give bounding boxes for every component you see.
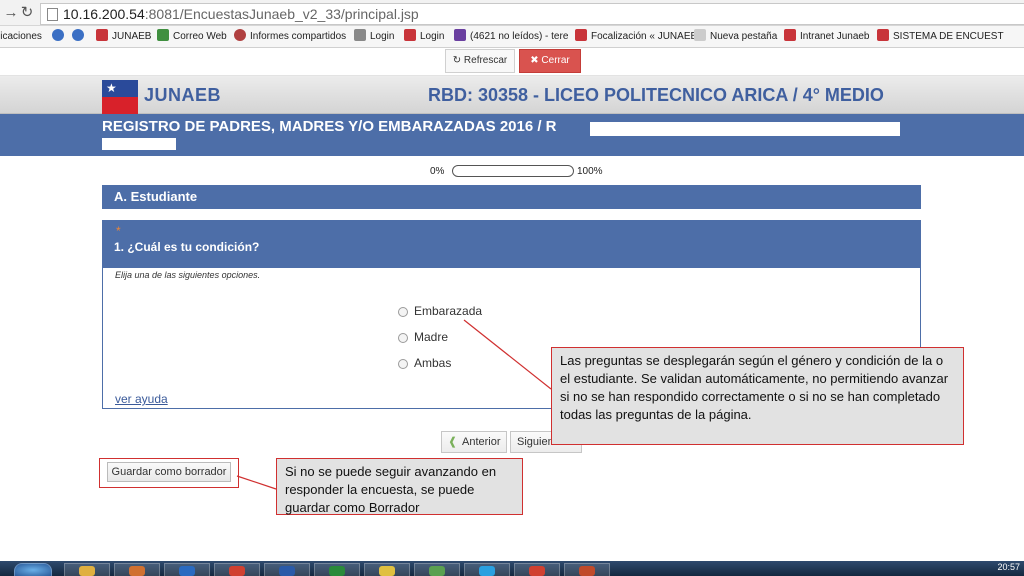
junaeb-flag-icon bbox=[404, 29, 416, 41]
registry-title: REGISTRO DE PADRES, MADRES Y/O EMBARAZAD… bbox=[102, 118, 557, 135]
junaeb-flag-icon bbox=[877, 29, 889, 41]
section-header: A. Estudiante bbox=[102, 185, 921, 209]
progress-bar bbox=[452, 165, 574, 177]
connector-line bbox=[236, 475, 277, 490]
section-title: A. Estudiante bbox=[114, 189, 198, 204]
junaeb-logo: ★ bbox=[102, 80, 138, 114]
option-label: Embarazada bbox=[414, 304, 483, 318]
images-icon bbox=[429, 566, 445, 576]
media-icon bbox=[129, 566, 145, 576]
question-header: * 1. ¿Cuál es tu condición? bbox=[102, 220, 921, 268]
word-icon bbox=[279, 566, 295, 576]
page-icon bbox=[47, 8, 58, 21]
junaeb-flag-icon bbox=[784, 29, 796, 41]
taskbar-app[interactable] bbox=[164, 563, 210, 576]
chrome-icon bbox=[229, 566, 245, 576]
radio-button[interactable] bbox=[398, 307, 408, 317]
circle-icon bbox=[52, 29, 64, 41]
taskbar-app[interactable] bbox=[364, 563, 410, 576]
taskbar-app[interactable] bbox=[264, 563, 310, 576]
bookmark-item[interactable] bbox=[72, 29, 88, 45]
bookmarks-bar: licaciones JUNAEB Correo Web Informes co… bbox=[0, 26, 1024, 48]
bookmark-item[interactable]: Nueva pestaña bbox=[694, 29, 777, 45]
redaction-block bbox=[102, 138, 176, 150]
taskbar-app[interactable] bbox=[514, 563, 560, 576]
grid-icon bbox=[157, 29, 169, 41]
page-icon bbox=[694, 29, 706, 41]
taskbar-app[interactable] bbox=[564, 563, 610, 576]
url-text: 10.16.200.54:8081/EncuestasJunaeb_v2_33/… bbox=[63, 6, 419, 22]
taskbar-app[interactable] bbox=[414, 563, 460, 576]
system-clock: 20:57 bbox=[997, 562, 1020, 572]
registry-banner: REGISTRO DE PADRES, MADRES Y/O EMBARAZAD… bbox=[0, 114, 1024, 156]
bookmark-item[interactable]: JUNAEB bbox=[96, 29, 151, 45]
powerpoint-icon bbox=[579, 566, 595, 576]
bookmark-item[interactable]: Login bbox=[354, 29, 394, 45]
help-link[interactable]: ver ayuda bbox=[115, 392, 168, 406]
address-bar[interactable]: 10.16.200.54:8081/EncuestasJunaeb_v2_33/… bbox=[40, 3, 1024, 25]
bookmark-item[interactable]: Login bbox=[404, 29, 444, 45]
save-draft-button[interactable]: Guardar como borrador bbox=[107, 462, 231, 482]
page-icon bbox=[354, 29, 366, 41]
brand-name: JUNAEB bbox=[144, 85, 222, 105]
taskbar-app[interactable] bbox=[64, 563, 110, 576]
draft-callout: Si no se puede seguir avanzando en respo… bbox=[276, 458, 523, 515]
junaeb-flag-icon bbox=[575, 29, 587, 41]
questions-callout: Las preguntas se desplegarán según el gé… bbox=[551, 347, 964, 445]
taskbar-app[interactable] bbox=[214, 563, 260, 576]
taskbar: 20:57 bbox=[0, 561, 1024, 576]
taskbar-app[interactable] bbox=[114, 563, 160, 576]
notes-icon bbox=[379, 566, 395, 576]
bookmark-item[interactable]: licaciones bbox=[0, 29, 42, 45]
question-title: 1. ¿Cuál es tu condición? bbox=[114, 240, 260, 254]
folder-icon bbox=[79, 566, 95, 576]
bookmark-item[interactable]: (4621 no leídos) - tere bbox=[454, 29, 568, 45]
required-mark: * bbox=[116, 224, 121, 238]
circle-icon bbox=[72, 29, 84, 41]
taskbar-app[interactable] bbox=[464, 563, 510, 576]
star-icon: ★ bbox=[106, 81, 117, 95]
option-label: Ambas bbox=[414, 356, 452, 370]
bookmark-item[interactable]: Correo Web bbox=[157, 29, 227, 45]
outlook-icon bbox=[179, 566, 195, 576]
browser-chrome: → ↻ 10.16.200.54:8081/EncuestasJunaeb_v2… bbox=[0, 0, 1024, 26]
junaeb-flag-icon bbox=[96, 29, 108, 41]
refresh-button[interactable]: ↻ Refrescar bbox=[445, 49, 515, 73]
radio-button[interactable] bbox=[398, 359, 408, 369]
page-toolbar: ↻ Refrescar ✖ Cerrar bbox=[0, 48, 1024, 76]
mail-icon bbox=[454, 29, 466, 41]
question-instruction: Elija una de las siguientes opciones. bbox=[115, 270, 261, 280]
reload-icon[interactable]: ↻ bbox=[18, 4, 36, 22]
globe-icon bbox=[234, 29, 246, 41]
taskbar-app[interactable] bbox=[314, 563, 360, 576]
bookmark-item[interactable]: SISTEMA DE ENCUEST bbox=[877, 29, 1004, 45]
excel-icon bbox=[329, 566, 345, 576]
previous-button[interactable]: ❰ Anterior bbox=[441, 431, 507, 453]
close-button[interactable]: ✖ Cerrar bbox=[519, 49, 581, 73]
school-title: RBD: 30358 - LICEO POLITECNICO ARICA / 4… bbox=[428, 85, 884, 105]
refresh-icon: ↻ bbox=[452, 55, 462, 66]
radio-button[interactable] bbox=[398, 333, 408, 343]
progress-min-label: 0% bbox=[430, 166, 445, 177]
skype-icon bbox=[479, 566, 495, 576]
progress-max-label: 100% bbox=[577, 166, 603, 177]
bookmark-item[interactable]: Focalización « JUNAEB bbox=[575, 29, 697, 45]
bookmark-item[interactable] bbox=[52, 29, 68, 45]
site-header: ★ JUNAEB RBD: 30358 - LICEO POLITECNICO … bbox=[0, 76, 1024, 114]
start-button[interactable] bbox=[14, 563, 52, 576]
bookmark-item[interactable]: Intranet Junaeb bbox=[784, 29, 870, 45]
redaction-block bbox=[590, 122, 900, 136]
bookmark-item[interactable]: Informes compartidos bbox=[234, 29, 346, 45]
option-label: Madre bbox=[414, 330, 449, 344]
close-icon: ✖ bbox=[530, 55, 539, 66]
chrome-icon bbox=[529, 566, 545, 576]
arrow-left-icon: ❰ bbox=[448, 436, 458, 448]
